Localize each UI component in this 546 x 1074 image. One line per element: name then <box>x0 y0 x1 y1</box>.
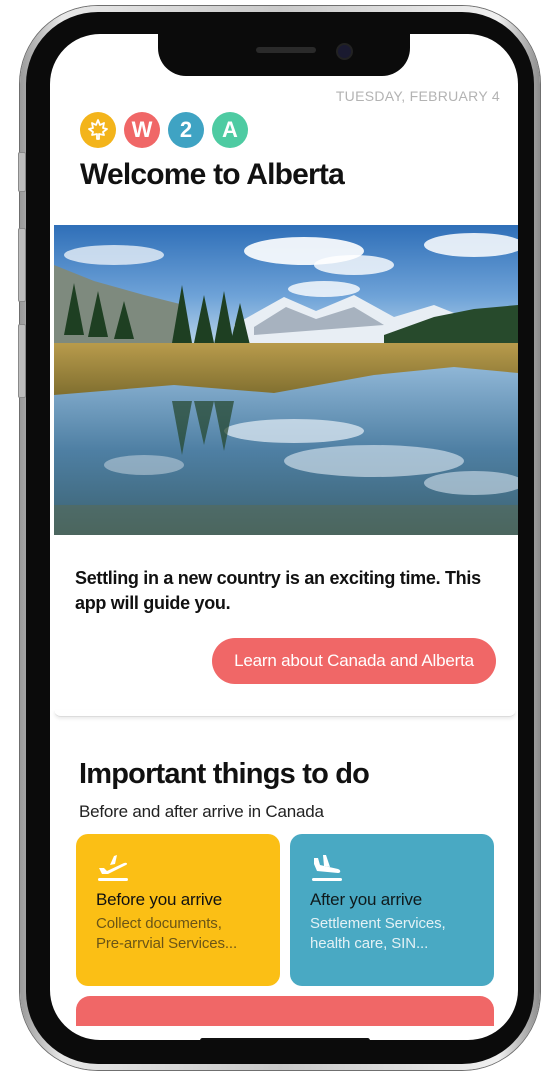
front-camera <box>336 43 353 60</box>
page-title: Welcome to Alberta <box>80 158 345 191</box>
mute-switch <box>18 152 26 192</box>
tile-description-line: Settlement Services, <box>310 915 446 932</box>
tile-description-line: Collect documents, <box>96 915 222 932</box>
intro-card-edge <box>54 710 516 717</box>
notch <box>158 34 410 76</box>
before-you-arrive-tile[interactable]: Before you arrive Collect documents, Pre… <box>76 834 280 986</box>
app-screen: TUESDAY, FEBRUARY 4 W 2 A Welcome to Alb… <box>50 34 518 1040</box>
learn-about-canada-button[interactable]: Learn about Canada and Alberta <box>212 638 496 684</box>
badge-w: W <box>124 112 160 148</box>
tile-description: Settlement Services, health care, SIN... <box>310 914 446 954</box>
section-title: Important things to do <box>79 758 370 790</box>
volume-up-button <box>18 228 26 302</box>
next-card-peek[interactable] <box>76 996 494 1026</box>
section-subtitle: Before and after arrive in Canada <box>79 802 324 821</box>
plane-takeoff-icon <box>96 852 130 887</box>
home-indicator[interactable] <box>200 1038 370 1040</box>
app-logo-badges: W 2 A <box>80 112 248 148</box>
after-you-arrive-tile[interactable]: After you arrive Settlement Services, he… <box>290 834 494 986</box>
intro-text: Settling in a new country is an exciting… <box>75 568 481 613</box>
date-label: TUESDAY, FEBRUARY 4 <box>335 88 500 104</box>
volume-down-button <box>18 324 26 398</box>
maple-leaf-icon <box>80 112 116 148</box>
speaker <box>256 47 316 53</box>
plane-landing-icon <box>310 852 344 887</box>
tile-title: Before you arrive <box>96 890 223 909</box>
tile-title: After you arrive <box>310 890 423 909</box>
badge-2: 2 <box>168 112 204 148</box>
badge-a: A <box>212 112 248 148</box>
tile-description-line: health care, SIN... <box>310 935 429 952</box>
tile-description: Collect documents, Pre-arrvial Services.… <box>96 914 237 954</box>
hero-image <box>54 225 518 535</box>
tile-description-line: Pre-arrvial Services... <box>96 935 238 952</box>
